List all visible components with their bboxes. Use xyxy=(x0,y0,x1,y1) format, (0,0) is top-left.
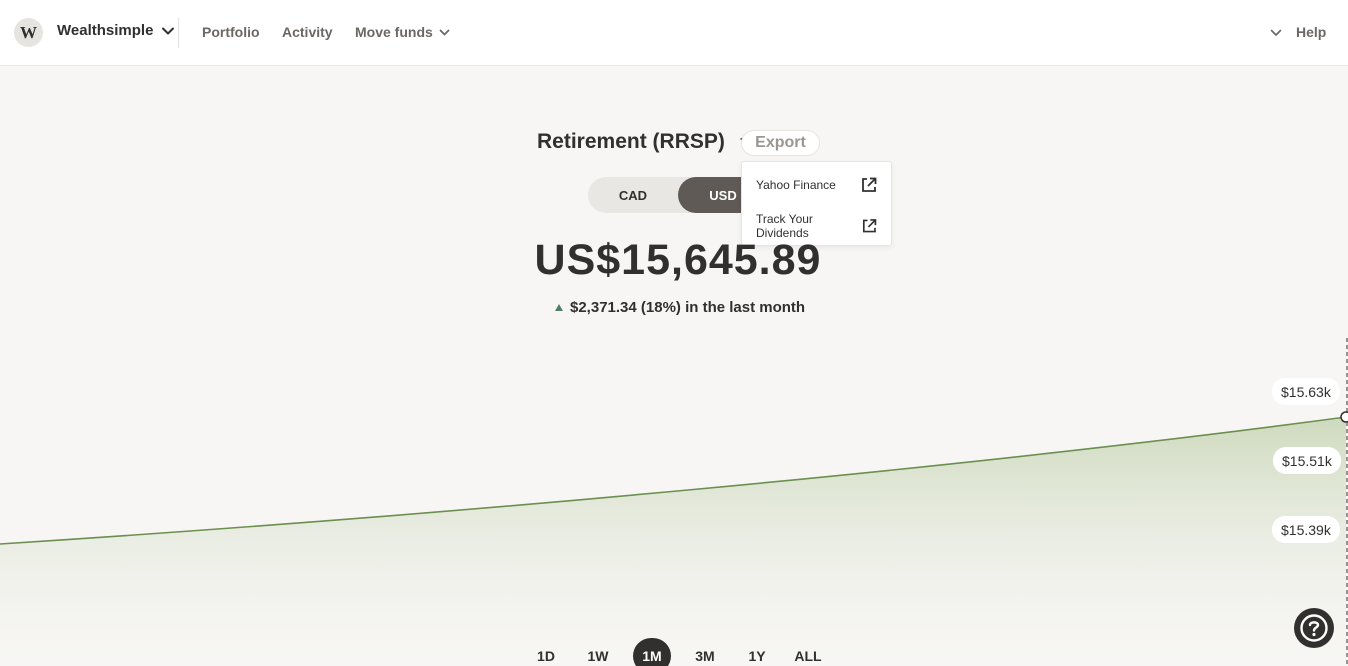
range-button-3m[interactable]: 3M xyxy=(686,638,724,666)
external-link-icon xyxy=(863,219,877,233)
chart-hover-point xyxy=(1340,411,1348,423)
chart-area-fill xyxy=(0,417,1346,666)
brand-menu-button[interactable]: Wealthsimple xyxy=(57,22,175,39)
chevron-down-icon xyxy=(162,27,175,34)
menu-item-label: Yahoo Finance xyxy=(756,178,836,192)
question-mark-icon xyxy=(1300,614,1328,642)
range-button-1d[interactable]: 1D xyxy=(527,638,565,666)
export-menu-item-yahoo-finance[interactable]: Yahoo Finance xyxy=(756,176,878,194)
account-balance: US$15,645.89 xyxy=(534,236,822,284)
brand-label: Wealthsimple xyxy=(57,22,154,39)
external-link-icon xyxy=(862,177,877,192)
nav-divider xyxy=(178,18,179,48)
nav-link-portfolio[interactable]: Portfolio xyxy=(202,24,260,40)
logo-letter: W xyxy=(20,22,37,42)
export-label: Export xyxy=(755,134,806,151)
range-button-1m[interactable]: 1M xyxy=(633,638,671,666)
currency-option-cad[interactable]: CAD xyxy=(588,177,678,213)
range-button-1y[interactable]: 1Y xyxy=(738,638,776,666)
nav-link-activity[interactable]: Activity xyxy=(282,24,333,40)
range-button-1w[interactable]: 1W xyxy=(579,638,617,666)
export-button[interactable]: Export xyxy=(741,130,820,156)
chart-area-svg xyxy=(0,338,1348,666)
help-chat-button[interactable] xyxy=(1294,608,1334,648)
top-navigation-bar: W Wealthsimple Portfolio Activity Move f… xyxy=(0,0,1348,66)
balance-change-text: $2,371.34 (18%) in the last month xyxy=(570,299,806,316)
up-arrow-icon xyxy=(555,304,563,311)
chevron-down-icon xyxy=(439,29,450,35)
nav-link-move-funds[interactable]: Move funds xyxy=(355,24,450,40)
balance-change: $2,371.34 (18%) in the last month xyxy=(555,299,805,316)
account-selector[interactable]: Retirement (RRSP) xyxy=(537,130,755,154)
wealthsimple-logo[interactable]: W xyxy=(14,18,43,47)
account-menu-chevron-icon[interactable] xyxy=(1270,27,1282,39)
export-dropdown-menu: Yahoo Finance Track Your Dividends xyxy=(741,161,892,246)
account-title: Retirement (RRSP) xyxy=(537,130,725,153)
help-link[interactable]: Help xyxy=(1296,24,1326,40)
chart-tick-label: $15.39k xyxy=(1272,516,1340,543)
chart-tick-label: $15.51k xyxy=(1273,447,1341,474)
chart-tick-label: $15.63k xyxy=(1272,378,1340,405)
performance-chart[interactable] xyxy=(0,320,1348,666)
move-funds-label: Move funds xyxy=(355,24,433,40)
range-button-all[interactable]: ALL xyxy=(789,638,827,666)
